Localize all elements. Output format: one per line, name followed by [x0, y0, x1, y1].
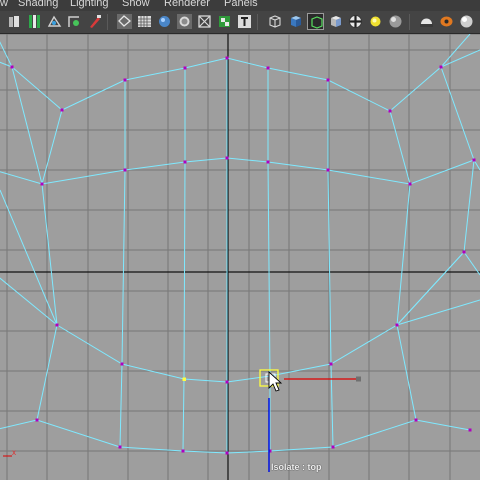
bookmark-icon[interactable]: [26, 13, 43, 30]
menu-renderer[interactable]: Renderer: [164, 0, 210, 9]
box-icon[interactable]: [327, 13, 344, 30]
mesh-vertex[interactable]: [123, 168, 127, 172]
smooth-shade-icon[interactable]: [156, 13, 173, 30]
light-icon[interactable]: [367, 13, 384, 30]
mesh-edge-ring[interactable]: [41, 109, 63, 185]
mesh-vertex[interactable]: [388, 109, 392, 113]
mesh-vertex[interactable]: [266, 66, 270, 70]
mesh-vertex[interactable]: [225, 451, 229, 455]
textured-icon[interactable]: [216, 13, 233, 30]
mesh-vertex[interactable]: [439, 65, 443, 69]
lights-sphere-icon[interactable]: [458, 13, 475, 30]
mesh-vertex[interactable]: [123, 78, 127, 82]
mesh-vertex[interactable]: [331, 445, 335, 449]
2d-pan-icon[interactable]: [66, 13, 83, 30]
image-plane-icon[interactable]: [46, 13, 63, 30]
mesh-vertex[interactable]: [120, 362, 124, 366]
mesh-vertex[interactable]: [326, 78, 330, 82]
shaded-cube-icon[interactable]: [287, 13, 304, 30]
mesh-vertex[interactable]: [181, 449, 185, 453]
selected-wireframe-icon[interactable]: [307, 13, 324, 30]
shadow-icon[interactable]: [418, 13, 435, 30]
mesh-edge-ring[interactable]: [396, 183, 411, 326]
mesh-vertex[interactable]: [408, 182, 412, 186]
menu-show[interactable]: Show: [122, 0, 150, 9]
move-manipulator[interactable]: [259, 369, 361, 472]
viewport-top[interactable]: [0, 34, 480, 480]
mesh-vertex[interactable]: [183, 160, 187, 164]
mesh-vertex[interactable]: [118, 445, 122, 449]
mesh-vertex[interactable]: [468, 428, 472, 432]
paint-icon[interactable]: [86, 13, 103, 30]
mesh-edge-loop[interactable]: [0, 157, 475, 185]
text-icon[interactable]: [236, 13, 253, 30]
viewport-grid: [0, 34, 480, 480]
isolate-label: Isolate : top: [271, 462, 322, 472]
mesh-edge-loop[interactable]: [0, 34, 471, 112]
mesh-vertex[interactable]: [462, 250, 466, 254]
isolate-icon[interactable]: [176, 13, 193, 30]
mesh-vertex[interactable]: [414, 418, 418, 422]
mesh-vertex[interactable]: [266, 160, 270, 164]
poly-mesh-vertices[interactable]: [10, 56, 476, 455]
manipulator-x-handle[interactable]: [356, 376, 361, 382]
checker-icon[interactable]: [347, 13, 364, 30]
mesh-vertex[interactable]: [35, 418, 39, 422]
mesh-vertex[interactable]: [326, 168, 330, 172]
render-icon[interactable]: [438, 13, 455, 30]
mesh-vertex[interactable]: [60, 108, 64, 112]
mesh-edge-ring[interactable]: [389, 110, 411, 185]
menu-lighting[interactable]: Lighting: [70, 0, 109, 9]
sphere-icon[interactable]: [387, 13, 404, 30]
camera-attributes-icon[interactable]: [6, 13, 23, 30]
mesh-vertex-selected[interactable]: [182, 377, 187, 382]
mesh-vertex[interactable]: [183, 66, 187, 70]
mesh-edge-loop[interactable]: [0, 419, 471, 454]
mesh-vertex[interactable]: [395, 323, 399, 327]
mesh-vertex[interactable]: [10, 65, 14, 69]
mesh-vertex[interactable]: [225, 56, 229, 60]
mesh-edge-ring[interactable]: [440, 49, 480, 68]
mesh-edge-ring[interactable]: [119, 80, 126, 448]
xray-icon[interactable]: [196, 13, 213, 30]
grid-icon[interactable]: [136, 13, 153, 30]
mesh-edge-ring[interactable]: [11, 66, 58, 421]
viewport-canvas[interactable]: [0, 34, 480, 480]
mesh-edge-ring[interactable]: [267, 68, 271, 451]
poly-mesh-wireframe[interactable]: [0, 34, 480, 454]
panel-toolbar: [0, 11, 480, 34]
mesh-vertex[interactable]: [472, 158, 476, 162]
toolbar-separator: [409, 14, 410, 30]
wireframe-cube-icon[interactable]: [266, 13, 283, 30]
mesh-vertex[interactable]: [225, 156, 229, 160]
mesh-vertex[interactable]: [329, 362, 333, 366]
panel-menubar: w Shading Lighting Show Renderer Panels: [0, 0, 480, 11]
mesh-vertex[interactable]: [40, 182, 44, 186]
wireframe-icon[interactable]: [116, 13, 133, 30]
mesh-vertex[interactable]: [55, 323, 59, 327]
mesh-vertex[interactable]: [225, 380, 229, 384]
mesh-edge-ring[interactable]: [182, 68, 186, 452]
menu-view[interactable]: w: [0, 0, 8, 9]
toolbar-separator: [107, 14, 108, 30]
menu-shading[interactable]: Shading: [18, 0, 58, 9]
toolbar-separator: [257, 14, 258, 30]
menu-panels[interactable]: Panels: [224, 0, 258, 9]
axis-x-label: x: [12, 448, 16, 457]
